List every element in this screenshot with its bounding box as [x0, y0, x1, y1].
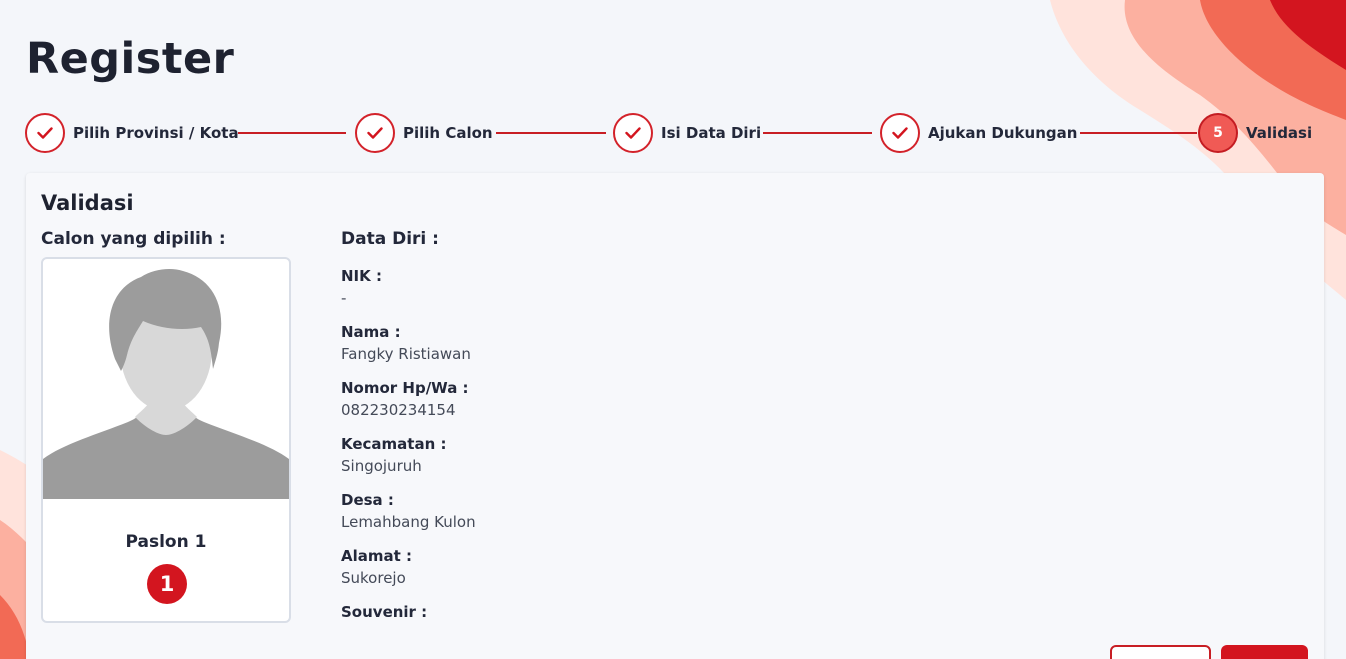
- field-label: Souvenir :: [341, 603, 428, 621]
- candidate-name: Paslon 1: [125, 532, 207, 552]
- calon-heading: Calon yang dipilih :: [41, 229, 226, 249]
- field-nomor-hp: Nomor Hp/Wa : 082230234154: [341, 379, 469, 419]
- field-alamat: Alamat : Sukorejo: [341, 547, 412, 587]
- candidate-number-badge: 1: [147, 564, 187, 604]
- step-connector: [496, 132, 606, 134]
- field-value: Sukorejo: [341, 569, 406, 587]
- field-desa: Desa : Lemahbang Kulon: [341, 491, 476, 531]
- submit-button[interactable]: [1221, 645, 1308, 659]
- field-kecamatan: Kecamatan : Singojuruh: [341, 435, 447, 475]
- registration-stepper: Pilih Provinsi / Kota Pilih Calon Isi Da…: [25, 112, 1315, 154]
- step-connector: [238, 132, 346, 134]
- back-button[interactable]: [1110, 645, 1211, 659]
- step-label: Pilih Provinsi / Kota: [73, 124, 239, 142]
- step-connector: [1080, 132, 1197, 134]
- field-label: Kecamatan :: [341, 435, 447, 453]
- field-value: Lemahbang Kulon: [341, 513, 476, 531]
- page-title: Register: [26, 34, 235, 84]
- step-pilih-provinsi[interactable]: Pilih Provinsi / Kota: [25, 112, 239, 154]
- step-label: Pilih Calon: [403, 124, 493, 142]
- validation-card: Validasi Calon yang dipilih : Data Diri …: [26, 173, 1324, 659]
- field-label: Nomor Hp/Wa :: [341, 379, 469, 397]
- step-ajukan-dukungan[interactable]: Ajukan Dukungan: [880, 112, 1077, 154]
- field-souvenir: Souvenir :: [341, 603, 427, 625]
- check-icon: [613, 113, 653, 153]
- field-value: Fangky Ristiawan: [341, 345, 471, 363]
- field-value: -: [341, 289, 347, 307]
- field-nama: Nama : Fangky Ristiawan: [341, 323, 471, 363]
- card-title: Validasi: [41, 191, 134, 215]
- field-label: Alamat :: [341, 547, 413, 565]
- field-label: Desa :: [341, 491, 394, 509]
- field-nik: NIK : -: [341, 267, 382, 307]
- step-pilih-calon[interactable]: Pilih Calon: [355, 112, 493, 154]
- step-label: Ajukan Dukungan: [928, 124, 1078, 142]
- field-value: Singojuruh: [341, 457, 422, 475]
- check-icon: [880, 113, 920, 153]
- check-icon: [355, 113, 395, 153]
- field-label: NIK :: [341, 267, 382, 285]
- step-label: Validasi: [1246, 124, 1313, 142]
- candidate-card: Paslon 1 1: [41, 257, 291, 623]
- avatar-placeholder-icon: [43, 269, 289, 499]
- step-validasi[interactable]: 5 Validasi: [1198, 112, 1312, 154]
- data-diri-heading: Data Diri :: [341, 229, 439, 249]
- step-connector: [763, 132, 872, 134]
- check-icon: [25, 113, 65, 153]
- step-number-badge: 5: [1198, 113, 1238, 153]
- field-value: 082230234154: [341, 401, 456, 419]
- step-isi-data-diri[interactable]: Isi Data Diri: [613, 112, 761, 154]
- field-label: Nama :: [341, 323, 401, 341]
- step-label: Isi Data Diri: [661, 124, 762, 142]
